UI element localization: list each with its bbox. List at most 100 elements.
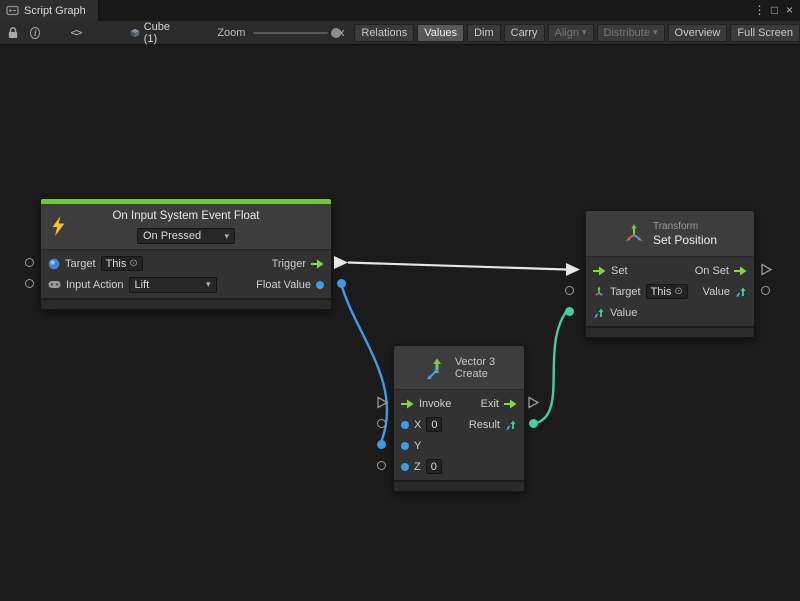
event-node-header: On Input System Event Float On Pressed ▾: [41, 204, 331, 250]
transform-set-row: Set On Set: [586, 260, 754, 281]
transform-node-header: Transform Set Position: [586, 211, 754, 257]
float-port-icon: [401, 421, 409, 429]
result-label: Result: [469, 419, 500, 431]
float-port-icon: [401, 463, 409, 471]
target-object-field[interactable]: This ⊙: [646, 284, 688, 299]
input-action-icon: [48, 280, 61, 289]
transform-value-input-port[interactable]: [565, 307, 574, 316]
transform-category-label: Transform: [653, 221, 717, 232]
set-label: Set: [611, 265, 628, 277]
window-menu-button[interactable]: ⋮: [752, 0, 767, 21]
x-value-field[interactable]: 0: [426, 417, 442, 432]
event-inputaction-input-port[interactable]: [25, 279, 34, 288]
event-node-footer: [41, 298, 331, 309]
toolbar-button-relations[interactable]: Relations: [354, 24, 414, 42]
y-input-port[interactable]: [377, 440, 386, 449]
vector3-node-body: Invoke Exit X 0 Result Y Z: [394, 390, 524, 480]
vector3-node-footer: [394, 480, 524, 491]
exit-output-port[interactable]: [527, 396, 540, 409]
transform-value-output-port[interactable]: [761, 286, 770, 295]
lightning-bolt-icon: [51, 216, 66, 236]
y-label: Y: [414, 440, 421, 452]
zoom-label: Zoom: [217, 27, 245, 39]
target-object-field[interactable]: This ⊙: [101, 256, 143, 271]
float-value-label: Float Value: [256, 279, 311, 291]
z-value-field[interactable]: 0: [426, 459, 442, 474]
sidebar-toggle-icon[interactable]: <>: [70, 26, 81, 39]
flow-arrow-icon: [593, 266, 606, 276]
event-target-row: Target This ⊙ Trigger: [41, 253, 331, 274]
transform-node-body: Set On Set Target This ⊙ Value: [586, 257, 754, 326]
exit-label: Exit: [481, 398, 499, 410]
zoom-slider-handle[interactable]: [331, 28, 341, 38]
chevron-down-icon: ▾: [224, 231, 229, 242]
tab-script-graph[interactable]: Script Graph: [0, 0, 99, 21]
x-input-port[interactable]: [377, 419, 386, 428]
toolbar-button-fullscreen[interactable]: Full Screen: [730, 24, 800, 42]
event-node-body: Target This ⊙ Trigger Input Action Lift …: [41, 250, 331, 298]
vector3-title: Create: [455, 368, 495, 380]
float-value-output-port[interactable]: [337, 279, 346, 288]
vector3-z-row: Z 0: [394, 456, 524, 477]
object-picker-icon: ⊙: [674, 286, 682, 297]
result-output-port[interactable]: [529, 419, 538, 428]
target-label: Target: [610, 286, 641, 298]
vector3-type-icon: [505, 419, 517, 431]
info-icon[interactable]: i: [30, 27, 40, 39]
zoom-slider-track: [253, 32, 327, 34]
trigger-label: Trigger: [272, 258, 306, 270]
toolbar-button-distribute[interactable]: Distribute ▾: [597, 24, 665, 42]
chevron-down-icon: ▾: [653, 27, 658, 38]
flow-arrow-icon: [401, 399, 414, 409]
unity-visual-scripting-window: { "icons": { "menu": "⋮", "maximize": "□…: [0, 0, 800, 601]
flow-arrow-icon: [311, 259, 324, 269]
float-port-icon: [401, 442, 409, 450]
toolbar-buttons: Relations Values Dim Carry Align ▾ Distr…: [354, 24, 800, 42]
toolbar-button-carry[interactable]: Carry: [504, 24, 545, 42]
transform-mini-icon: [593, 286, 605, 298]
vector3-x-row: X 0 Result: [394, 414, 524, 435]
vector3-create-icon: [423, 356, 447, 380]
toolbar-button-dim[interactable]: Dim: [467, 24, 501, 42]
vector3-category-label: Vector 3: [455, 356, 495, 368]
node-on-input-system-event-float[interactable]: On Input System Event Float On Pressed ▾…: [40, 198, 332, 310]
invoke-label: Invoke: [419, 398, 451, 410]
node-transform-set-position[interactable]: Transform Set Position Set On Set Target: [585, 210, 755, 338]
vector3-type-icon: [735, 286, 747, 298]
chevron-down-icon: ▾: [582, 27, 587, 38]
node-vector3-create[interactable]: Vector 3 Create Invoke Exit X 0 Result: [393, 345, 525, 492]
value-input-label: Value: [610, 307, 637, 319]
target-name-label: Cube (1): [144, 21, 180, 45]
input-action-dropdown[interactable]: Lift ▾: [129, 277, 217, 293]
toolbar-button-align[interactable]: Align ▾: [548, 24, 594, 42]
float-value-port-icon: [316, 281, 324, 289]
chevron-down-icon: ▾: [206, 279, 211, 290]
event-mode-dropdown[interactable]: On Pressed ▾: [137, 228, 235, 244]
z-input-port[interactable]: [377, 461, 386, 470]
toolbar-button-values[interactable]: Values: [417, 24, 464, 42]
toolbar-button-overview[interactable]: Overview: [668, 24, 728, 42]
script-graph-icon: [6, 4, 19, 17]
graph-target-reference[interactable]: Cube (1): [130, 21, 180, 45]
event-input-action-row: Input Action Lift ▾ Float Value: [41, 274, 331, 295]
gameobject-icon: [48, 258, 60, 270]
vector3-type-icon: [593, 307, 605, 319]
lock-icon[interactable]: [7, 26, 19, 39]
input-action-label: Input Action: [66, 279, 124, 291]
x-label: X: [414, 419, 421, 431]
z-label: Z: [414, 461, 421, 473]
onset-output-port[interactable]: [760, 263, 773, 276]
target-label: Target: [65, 258, 96, 270]
transform-title: Set Position: [653, 233, 717, 247]
on-set-label: On Set: [695, 265, 729, 277]
transform-target-input-port[interactable]: [565, 286, 574, 295]
window-close-button[interactable]: ×: [782, 0, 797, 21]
invoke-input-port[interactable]: [376, 396, 389, 409]
zoom-slider[interactable]: [253, 27, 327, 39]
transform-gizmo-icon: [623, 223, 645, 245]
event-target-input-port[interactable]: [25, 258, 34, 267]
window-maximize-button[interactable]: □: [767, 0, 782, 21]
graph-toolbar: i <> Cube (1) Zoom 1x Relations Values D…: [0, 21, 800, 45]
transform-target-row: Target This ⊙ Value: [586, 281, 754, 302]
flow-arrow-icon: [734, 266, 747, 276]
